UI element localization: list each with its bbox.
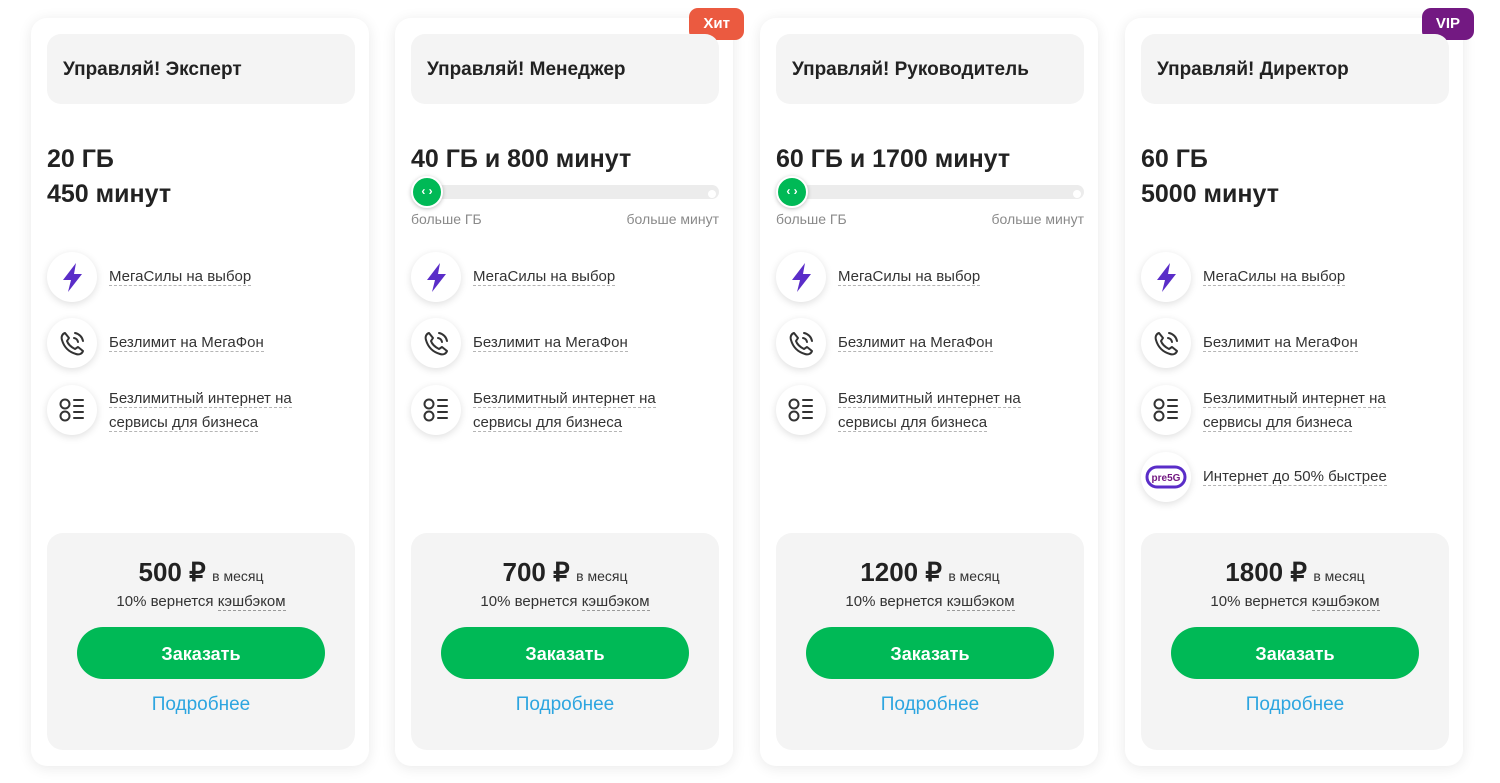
feature-text: Безлимитный интернет на сервисы для бизн… xyxy=(838,390,1021,432)
volume-gb-minutes: 40 ГБ и 800 минут xyxy=(411,145,632,173)
lightning-icon xyxy=(411,252,461,302)
order-button[interactable]: Заказать xyxy=(806,627,1054,679)
lightning-icon xyxy=(1141,252,1191,302)
tariff-title: Управляй! Менеджер xyxy=(427,59,626,80)
slider-track[interactable] xyxy=(411,185,719,199)
feature-text: Безлимит на МегаФон xyxy=(473,334,628,352)
phone-call-icon xyxy=(47,318,97,368)
volume-minutes: 450 минут xyxy=(47,180,172,208)
price-block: 500 ₽ в месяц 10% вернется кэшбэком Зака… xyxy=(47,533,355,750)
tariff-title: Управляй! Руководитель xyxy=(792,59,1029,80)
service-list-icon xyxy=(1141,385,1191,435)
price-amount: 500 ₽ xyxy=(138,557,206,587)
volume-slider[interactable]: ‹ › больше ГБ больше минут xyxy=(411,176,719,227)
tariff-card-manager: Хит Управляй! Менеджер 40 ГБ и 800 минут… xyxy=(395,8,744,766)
price-amount: 1800 ₽ xyxy=(1225,557,1307,587)
price-period: в месяц xyxy=(1313,568,1365,584)
volume-slider[interactable]: ‹ › больше ГБ больше минут xyxy=(776,176,1084,227)
cashback-link[interactable]: кэшбэком xyxy=(217,593,286,611)
price-block: 700 ₽ в месяц 10% вернется кэшбэком Зака… xyxy=(411,533,719,750)
slider-track[interactable] xyxy=(776,185,1084,199)
cashback-info: 10% вернется кэшбэком xyxy=(845,593,1015,611)
volume-minutes: 5000 минут xyxy=(1141,180,1279,208)
volume-gb: 60 ГБ xyxy=(1141,145,1208,173)
tariff-cards: Управляй! Эксперт 20 ГБ 450 минут МегаСи… xyxy=(0,0,1500,783)
cashback-link[interactable]: кэшбэком xyxy=(946,593,1015,611)
details-link[interactable]: Подробнее xyxy=(47,693,355,717)
slider-handle-icon[interactable]: ‹ › xyxy=(411,176,443,208)
feature-text: МегаСилы на выбор xyxy=(109,268,252,286)
tariff-card-expert: Управляй! Эксперт 20 ГБ 450 минут МегаСи… xyxy=(31,18,369,766)
volume-gb: 20 ГБ xyxy=(47,145,114,173)
slider-label-more-gb: больше ГБ xyxy=(411,211,482,227)
details-link[interactable]: Подробнее xyxy=(411,693,719,717)
card-header: Управляй! Менеджер xyxy=(411,34,719,104)
tariff-card-director: VIP Управляй! Директор 60 ГБ 5000 минут … xyxy=(1125,8,1474,766)
service-list-icon xyxy=(411,385,461,435)
cashback-info: 10% вернется кэшбэком xyxy=(1210,593,1380,611)
price-period: в месяц xyxy=(948,568,1000,584)
feature-text: Интернет до 50% быстрее xyxy=(1203,468,1387,486)
price-block: 1800 ₽ в месяц 10% вернется кэшбэком Зак… xyxy=(1141,533,1449,750)
feature-text: Безлимитный интернет на сервисы для бизн… xyxy=(109,390,292,432)
price-block: 1200 ₽ в месяц 10% вернется кэшбэком Зак… xyxy=(776,533,1084,750)
cashback-link[interactable]: кэшбэком xyxy=(1311,593,1380,611)
phone-call-icon xyxy=(411,318,461,368)
feature-text: Безлимитный интернет на сервисы для бизн… xyxy=(1203,390,1386,432)
feature-text: МегаСилы на выбор xyxy=(473,268,616,286)
card-header: Управляй! Эксперт xyxy=(47,34,355,104)
feature-text: Безлимит на МегаФон xyxy=(1203,334,1358,352)
details-link[interactable]: Подробнее xyxy=(1141,693,1449,717)
feature-text: Безлимитный интернет на сервисы для бизн… xyxy=(473,390,656,432)
price-period: в месяц xyxy=(576,568,628,584)
card-header: Управляй! Директор xyxy=(1141,34,1449,104)
pre5g-icon: pre5G xyxy=(1141,452,1191,502)
tariff-volume: 40 ГБ и 800 минут xyxy=(411,142,721,177)
order-button[interactable]: Заказать xyxy=(441,627,689,679)
feature-text: МегаСилы на выбор xyxy=(1203,268,1346,286)
tariff-volume: 60 ГБ и 1700 минут xyxy=(776,142,1086,177)
svg-text:pre5G: pre5G xyxy=(1152,473,1181,484)
cashback-info: 10% вернется кэшбэком xyxy=(116,593,286,611)
service-list-icon xyxy=(776,385,826,435)
feature-text: Безлимит на МегаФон xyxy=(109,334,264,352)
cashback-info: 10% вернется кэшбэком xyxy=(480,593,650,611)
tariff-title: Управляй! Директор xyxy=(1157,59,1349,80)
price-amount: 700 ₽ xyxy=(502,557,570,587)
order-button[interactable]: Заказать xyxy=(1171,627,1419,679)
lightning-icon xyxy=(776,252,826,302)
card-header: Управляй! Руководитель xyxy=(776,34,1084,104)
phone-call-icon xyxy=(776,318,826,368)
tariff-volume: 60 ГБ 5000 минут xyxy=(1141,142,1451,212)
tariff-volume: 20 ГБ 450 минут xyxy=(47,142,357,212)
feature-text: Безлимит на МегаФон xyxy=(838,334,993,352)
details-link[interactable]: Подробнее xyxy=(776,693,1084,717)
volume-gb-minutes: 60 ГБ и 1700 минут xyxy=(776,145,1011,173)
cashback-link[interactable]: кэшбэком xyxy=(581,593,650,611)
service-list-icon xyxy=(47,385,97,435)
slider-label-more-minutes: больше минут xyxy=(991,211,1084,227)
slider-label-more-gb: больше ГБ xyxy=(776,211,847,227)
slider-handle-icon[interactable]: ‹ › xyxy=(776,176,808,208)
slider-label-more-minutes: больше минут xyxy=(626,211,719,227)
price-amount: 1200 ₽ xyxy=(860,557,942,587)
order-button[interactable]: Заказать xyxy=(77,627,325,679)
lightning-icon xyxy=(47,252,97,302)
tariff-title: Управляй! Эксперт xyxy=(63,59,242,80)
price-period: в месяц xyxy=(212,568,264,584)
phone-call-icon xyxy=(1141,318,1191,368)
feature-text: МегаСилы на выбор xyxy=(838,268,981,286)
tariff-card-leader: Управляй! Руководитель 60 ГБ и 1700 мину… xyxy=(760,18,1098,766)
